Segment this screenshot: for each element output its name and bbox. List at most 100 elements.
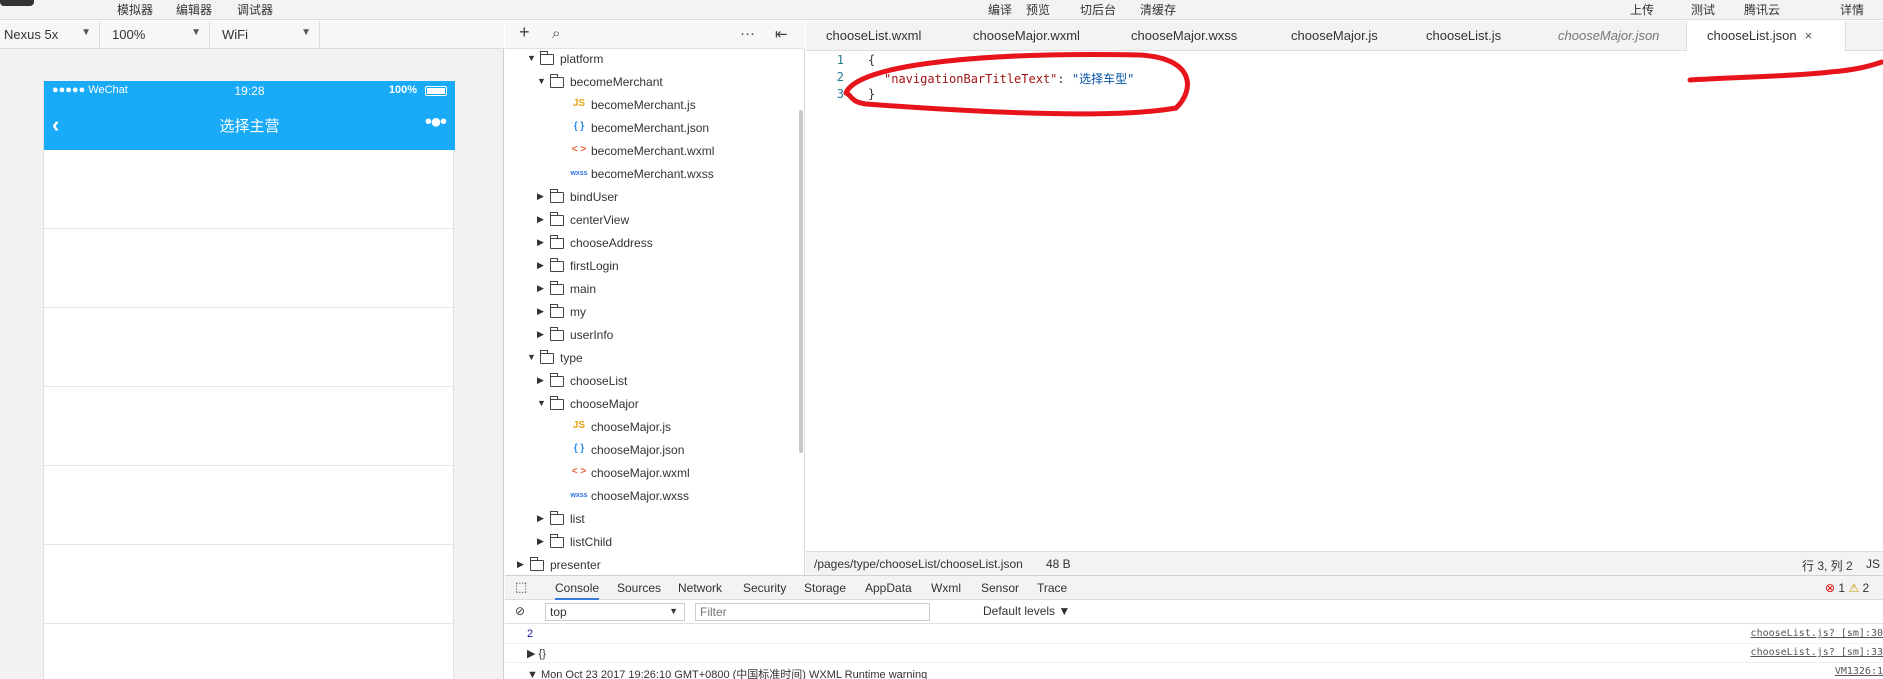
list-item[interactable] xyxy=(44,229,455,308)
add-icon[interactable]: + xyxy=(519,22,530,43)
json-separator: : xyxy=(1057,72,1072,86)
line-number: 3 xyxy=(836,87,844,101)
editor-tab-chooseMajor-js[interactable]: chooseMajor.js xyxy=(1291,21,1378,51)
console-filter-input[interactable] xyxy=(695,603,930,621)
debugger-toggle-button[interactable]: 调试器 xyxy=(237,1,273,18)
devtools-tab-storage[interactable]: Storage xyxy=(804,581,846,595)
search-icon[interactable]: ⌕ xyxy=(552,25,560,42)
zoom-select[interactable]: 100% ▼ xyxy=(108,21,210,49)
tree-item-label: list xyxy=(570,512,585,526)
devtools-tab-network[interactable]: Network xyxy=(678,581,722,595)
tree-item-label: listChild xyxy=(570,535,613,549)
caret-right-icon[interactable]: ▶ xyxy=(537,513,544,524)
close-icon[interactable]: × xyxy=(1805,28,1813,43)
caret-down-icon[interactable]: ▼ xyxy=(527,352,536,362)
more-icon[interactable]: ··· xyxy=(740,25,755,42)
list-item[interactable] xyxy=(44,387,455,466)
caret-down-icon[interactable]: ▼ xyxy=(527,53,536,63)
editor-tabs: chooseList.wxml chooseMajor.wxml chooseMaj… xyxy=(806,21,1883,52)
console-source-link[interactable]: chooseList.js? [sm]:33 xyxy=(1751,647,1883,658)
folder-icon xyxy=(550,189,564,203)
editor-tab-chooseMajor-wxss[interactable]: chooseMajor.wxss xyxy=(1131,21,1237,51)
caret-down-icon[interactable]: ▼ xyxy=(537,76,546,86)
editor-status-bar: /pages/type/chooseList/chooseList.json 4… xyxy=(806,551,1883,575)
editor-tab-chooseList-json[interactable]: chooseList.json × xyxy=(1686,21,1846,52)
error-icon: ⊗ xyxy=(1825,581,1836,595)
devtools-tab-console[interactable]: Console xyxy=(555,581,600,600)
caret-right-icon[interactable]: ▶ xyxy=(537,260,544,271)
code-editor[interactable]: 1 2 3 { "navigationBarTitleText": "选择车型"… xyxy=(806,51,1883,551)
inspect-icon[interactable]: ⬚ xyxy=(515,579,527,595)
compile-button[interactable]: 编译 xyxy=(988,1,1012,18)
list-item[interactable] xyxy=(44,308,455,387)
simulator-toggle-button[interactable]: 模拟器 xyxy=(117,1,153,18)
editor-tab-chooseList-wxml[interactable]: chooseList.wxml xyxy=(826,21,921,51)
devtools-tabs: ⬚ Console Sources Network Security Storage Ap… xyxy=(505,576,1883,600)
tab-label: chooseList.wxml xyxy=(826,28,922,43)
list-item[interactable] xyxy=(44,150,455,229)
filetree-scrollbar[interactable] xyxy=(799,110,803,453)
json-file-icon: { } xyxy=(573,121,585,132)
devtools-tab-appdata[interactable]: AppData xyxy=(865,581,912,595)
console-message: ▼ Mon Oct 23 2017 19:26:10 GMT+0800 (中国标… xyxy=(527,669,928,679)
caret-right-icon[interactable]: ▶ xyxy=(537,536,544,547)
js-file-icon: JS xyxy=(572,420,586,431)
device-select[interactable]: Nexus 5x ▼ xyxy=(0,21,100,49)
editor-tab-chooseList-js[interactable]: chooseList.js xyxy=(1426,21,1501,51)
file-tree: ▼ platform ▼ becomeMerchant JS becomeMerchant… xyxy=(505,49,805,575)
line-number: 2 xyxy=(836,70,844,84)
list-item[interactable] xyxy=(44,545,455,624)
editor-tab-chooseMajor-wxml[interactable]: chooseMajor.wxml xyxy=(973,21,1080,51)
battery-label: 100% xyxy=(388,84,417,96)
clear-cache-button[interactable]: 清缓存 xyxy=(1140,1,1176,18)
devtools-tab-trace[interactable]: Trace xyxy=(1037,581,1067,595)
list-item[interactable] xyxy=(44,624,455,679)
collapse-panel-icon[interactable]: ⇤ xyxy=(775,25,788,43)
folder-icon xyxy=(550,396,564,410)
folder-icon xyxy=(550,258,564,272)
caret-right-icon[interactable]: ▶ xyxy=(537,329,544,340)
devtools-tab-security[interactable]: Security xyxy=(743,581,786,595)
more-dots-icon[interactable]: •●• xyxy=(425,111,447,134)
tencent-cloud-button[interactable]: 腾讯云 xyxy=(1744,1,1780,18)
tab-label: chooseMajor.json xyxy=(1558,28,1660,43)
devtools-tab-wxml[interactable]: Wxml xyxy=(931,581,961,595)
language-mode[interactable]: JS xyxy=(1866,557,1880,571)
caret-right-icon[interactable]: ▶ xyxy=(537,191,544,202)
caret-down-icon[interactable]: ▼ xyxy=(537,398,546,408)
context-select[interactable]: top ▼ xyxy=(545,603,685,621)
file-size: 48 B xyxy=(1046,557,1071,571)
console-source-link[interactable]: chooseList.js? [sm]:30 xyxy=(1751,628,1883,639)
upload-button[interactable]: 上传 xyxy=(1630,1,1654,18)
editor-toggle-button[interactable]: 编辑器 xyxy=(176,1,212,18)
preview-button[interactable]: 预览 xyxy=(1026,1,1050,18)
devtools-tab-sensor[interactable]: Sensor xyxy=(981,581,1019,595)
details-button[interactable]: 详情 xyxy=(1840,1,1864,18)
tree-item-label: becomeMerchant.wxss xyxy=(591,167,714,181)
caret-right-icon[interactable]: ▶ xyxy=(537,283,544,294)
tab-label: chooseMajor.wxss xyxy=(1131,28,1238,43)
caret-right-icon[interactable]: ▶ xyxy=(537,306,544,317)
test-button[interactable]: 测试 xyxy=(1691,1,1715,18)
phone-nav-bar: ‹ 选择主营 •●• xyxy=(44,101,455,150)
tree-item-label: platform xyxy=(560,52,604,66)
caret-right-icon[interactable]: ▶ xyxy=(537,237,544,248)
background-button[interactable]: 切后台 xyxy=(1080,1,1116,18)
simulator-panel: ●●●●● WeChat 19:28 100% ‹ 选择主营 •●• xyxy=(0,49,504,679)
list-item[interactable] xyxy=(44,466,455,545)
tab-label: chooseMajor.js xyxy=(1291,28,1378,43)
caret-right-icon[interactable]: ▶ xyxy=(517,559,524,570)
editor-tab-chooseMajor-json[interactable]: chooseMajor.json xyxy=(1558,21,1659,51)
log-levels-select[interactable]: Default levels ▼ xyxy=(983,604,1070,618)
tree-item-label: bindUser xyxy=(570,190,619,204)
clear-console-icon[interactable]: ⊘ xyxy=(515,604,525,618)
console-source-link[interactable]: VM1326:1 xyxy=(1835,666,1883,677)
simulator-controls: Nexus 5x ▼ 100% ▼ WiFi ▼ xyxy=(0,21,504,49)
wxml-file-icon: < > xyxy=(571,466,587,477)
devtools-tab-sources[interactable]: Sources xyxy=(617,581,661,595)
chevron-down-icon: ▼ xyxy=(301,27,311,38)
network-select[interactable]: WiFi ▼ xyxy=(218,21,320,49)
caret-right-icon[interactable]: ▶ xyxy=(537,214,544,225)
caret-right-icon[interactable]: ▶ xyxy=(537,375,544,386)
folder-icon xyxy=(550,304,564,318)
